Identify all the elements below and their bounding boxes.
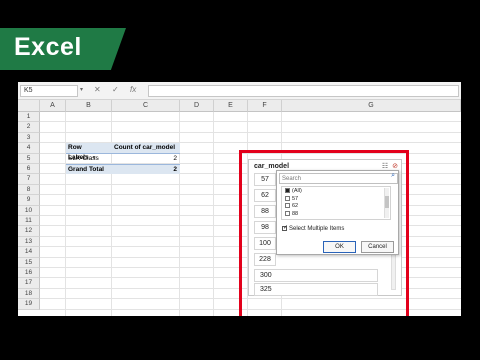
- row-header[interactable]: 15: [18, 257, 40, 268]
- confirm-entry-icon[interactable]: ✓: [112, 85, 119, 94]
- row-header[interactable]: 18: [18, 288, 40, 300]
- formula-input[interactable]: [148, 85, 459, 97]
- pivot-row-value[interactable]: 2: [112, 154, 180, 164]
- row-header[interactable]: 12: [18, 226, 40, 237]
- filter-option[interactable]: (All): [285, 188, 302, 196]
- column-header-d[interactable]: D: [180, 100, 214, 112]
- cancel-button[interactable]: Cancel: [361, 241, 394, 253]
- name-box[interactable]: K5: [20, 85, 78, 97]
- row-header[interactable]: 7: [18, 174, 40, 185]
- select-multiple-label: Select Multiple Items: [289, 226, 345, 233]
- slicer-item[interactable]: 57: [254, 173, 276, 186]
- column-header-e[interactable]: E: [214, 100, 248, 112]
- row-header[interactable]: 11: [18, 216, 40, 227]
- column-header-c[interactable]: C: [112, 100, 180, 112]
- row-header[interactable]: 13: [18, 236, 40, 248]
- multi-select-icon[interactable]: ☷: [382, 163, 388, 170]
- checkbox-icon[interactable]: [285, 195, 290, 201]
- cancel-entry-icon[interactable]: ✕: [94, 85, 101, 94]
- slicer-item[interactable]: 100: [254, 237, 276, 250]
- pivot-grand-total-value[interactable]: 2: [112, 164, 180, 175]
- filter-option-label: 57: [292, 195, 299, 202]
- checkbox-icon[interactable]: [285, 203, 290, 209]
- slicer-item[interactable]: 228: [254, 253, 276, 266]
- row-header[interactable]: 3: [18, 132, 40, 144]
- row-header[interactable]: 5: [18, 153, 40, 164]
- pivot-grand-total-label[interactable]: Grand Total: [66, 164, 112, 175]
- row-header[interactable]: 17: [18, 278, 40, 289]
- filter-list-scrollbar[interactable]: [384, 188, 389, 218]
- column-header-b[interactable]: B: [66, 100, 112, 112]
- formula-bar: K5 ▾ ✕ ✓ fx: [18, 82, 461, 100]
- select-all-corner[interactable]: [18, 100, 40, 112]
- scroll-thumb[interactable]: [385, 196, 389, 208]
- checkbox-icon[interactable]: [285, 188, 290, 194]
- filter-option[interactable]: 57: [285, 196, 298, 204]
- row-header[interactable]: 4: [18, 143, 40, 154]
- slicer-item[interactable]: 300: [254, 269, 378, 282]
- pivot-count-header[interactable]: Count of car_model: [112, 143, 180, 154]
- row-header[interactable]: 9: [18, 195, 40, 206]
- column-header-f[interactable]: F: [248, 100, 282, 112]
- name-box-dropdown-icon[interactable]: ▾: [80, 86, 83, 93]
- filter-options-list: (All) 57 62 88: [281, 186, 391, 220]
- spreadsheet-window: K5 ▾ ✕ ✓ fx A B C D E F G 1 2 3 4 5 6 7 8 9 10 11 1…: [18, 82, 461, 316]
- filter-option-label: 62: [292, 203, 299, 209]
- row-header[interactable]: 2: [18, 122, 40, 133]
- filter-popup: Search ⌕ (All) 57 62 88 Select Multiple …: [276, 170, 399, 255]
- row-header[interactable]: 1: [18, 112, 40, 123]
- column-header-a[interactable]: A: [40, 100, 66, 112]
- slicer-toolbar: ☷ ⊘: [378, 162, 398, 170]
- filter-option-label: (All): [292, 188, 302, 194]
- row-header[interactable]: 10: [18, 205, 40, 216]
- clear-filter-icon[interactable]: ⊘: [392, 163, 398, 170]
- checkbox-checked-icon[interactable]: [282, 224, 288, 231]
- excel-badge-label: Excel: [14, 33, 82, 61]
- slicer-item[interactable]: 62: [254, 189, 276, 202]
- gridline: [40, 121, 461, 123]
- filter-option[interactable]: 62: [285, 203, 298, 211]
- column-header-g[interactable]: G: [282, 100, 461, 112]
- row-header[interactable]: 6: [18, 164, 40, 175]
- row-header[interactable]: 14: [18, 247, 40, 258]
- cell-grid[interactable]: A B C D E F G 1 2 3 4 5 6 7 8 9 10 11 12 13 14 15 16 17 1…: [18, 100, 461, 316]
- row-header[interactable]: 16: [18, 268, 40, 279]
- slicer-item[interactable]: 98: [254, 221, 276, 234]
- pivot-row-labels-header[interactable]: Row Labels ▼: [66, 143, 112, 161]
- slicer-title: car_model: [254, 163, 290, 170]
- search-icon: ⌕: [391, 172, 395, 179]
- filter-option[interactable]: 88: [285, 211, 298, 219]
- insert-function-icon[interactable]: fx: [130, 85, 136, 94]
- checkbox-icon[interactable]: [285, 210, 290, 216]
- slicer-item[interactable]: 88: [254, 205, 276, 218]
- select-multiple-option[interactable]: Select Multiple Items: [282, 224, 345, 233]
- filter-option-label: 88: [292, 210, 299, 217]
- gridline: [213, 112, 214, 316]
- slicer-item[interactable]: 325: [254, 283, 378, 296]
- filter-search-input[interactable]: Search: [279, 173, 398, 184]
- row-header[interactable]: 8: [18, 184, 40, 196]
- gridline: [40, 131, 461, 133]
- row-header[interactable]: 19: [18, 299, 40, 310]
- ok-button[interactable]: OK: [323, 241, 356, 253]
- pivot-row-label[interactable]: SLK-Class: [66, 154, 112, 164]
